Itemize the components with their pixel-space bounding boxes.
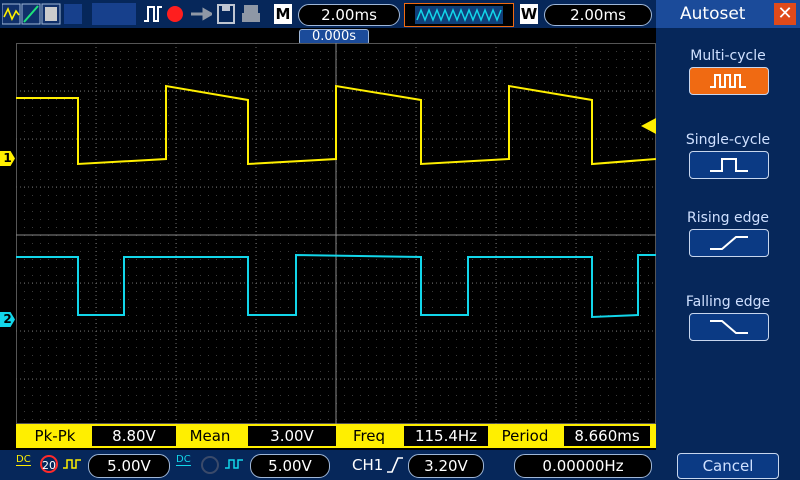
multi-cycle-icon	[710, 74, 746, 88]
cancel-button[interactable]: Cancel	[677, 453, 779, 479]
ch2-trace	[16, 253, 656, 319]
blank-slot	[92, 3, 136, 25]
ch1-trace	[16, 84, 656, 166]
falling-edge-button[interactable]	[689, 313, 769, 341]
save-icon[interactable]	[216, 3, 236, 25]
multi-cycle-label: Multi-cycle	[690, 48, 766, 64]
ch2-coupling: DC	[176, 454, 191, 466]
print-icon[interactable]	[240, 3, 262, 25]
memory-window-indicator[interactable]	[404, 3, 514, 27]
waveform-tools-icon[interactable]	[2, 3, 82, 25]
mean-value: 3.00V	[248, 426, 336, 446]
autoset-panel: Autoset ✕ Multi-cycle Single-cycle Risin…	[656, 0, 800, 480]
multi-cycle-button[interactable]	[689, 67, 769, 95]
freq-value: 115.4Hz	[404, 426, 488, 446]
trigger-frequency: 0.00000Hz	[514, 454, 652, 478]
close-button[interactable]: ✕	[774, 3, 796, 25]
waveform-display[interactable]	[16, 43, 656, 424]
falling-edge-label: Falling edge	[685, 294, 771, 310]
rising-edge-trigger-icon[interactable]	[386, 456, 404, 474]
ch2-channel-icon	[225, 459, 243, 469]
channel-traces	[16, 84, 656, 319]
top-toolbar: M 2.00ms W 2.00ms	[0, 0, 656, 28]
channel-status-bar: DC 20 5.00V DC 5.00V CH1 3.20V 0.00000Hz	[0, 450, 656, 480]
rising-edge-label: Rising edge	[686, 210, 769, 226]
memory-waveform-icon	[415, 6, 503, 24]
trigger-level-arrow[interactable]	[641, 118, 656, 134]
ch1-ground-marker[interactable]: 1	[0, 151, 15, 166]
pulse-run-icon[interactable]	[142, 3, 164, 25]
timebase-tag: M	[274, 4, 292, 24]
pkpk-value: 8.80V	[92, 426, 176, 446]
rising-edge-icon	[710, 236, 748, 250]
ch1-coupling: DC	[16, 454, 31, 466]
single-cycle-button[interactable]	[689, 151, 769, 179]
ch1-volts-div[interactable]: 5.00V	[88, 454, 170, 478]
pkpk-label: Pk-Pk	[34, 427, 76, 445]
freq-label: Freq	[352, 427, 386, 445]
record-icon[interactable]	[165, 3, 185, 25]
single-cycle-label: Single-cycle	[685, 132, 771, 148]
period-value: 8.660ms	[564, 426, 650, 446]
trigger-level[interactable]: 3.20V	[408, 454, 484, 478]
falling-edge-icon	[710, 320, 748, 334]
measurement-bar: Pk-Pk 8.80V Mean 3.00V Freq 115.4Hz Peri…	[16, 424, 656, 448]
ch2-volts-div[interactable]: 5.00V	[250, 454, 330, 478]
ch2-bandwidth-icon[interactable]	[200, 455, 220, 475]
single-cycle-icon	[710, 158, 748, 172]
ch1-channel-icon	[63, 459, 81, 469]
rising-edge-button[interactable]	[689, 229, 769, 257]
trigger-source[interactable]: CH1	[352, 454, 383, 476]
probe-icon[interactable]	[190, 3, 212, 25]
mean-label: Mean	[189, 427, 231, 445]
timebase-display[interactable]: 2.00ms	[298, 4, 400, 26]
period-label: Period	[501, 427, 549, 445]
ch2-ground-marker[interactable]: 2	[0, 312, 15, 327]
ch1-bandwidth-limit[interactable]: 20	[40, 455, 58, 473]
window-display[interactable]: 2.00ms	[544, 4, 652, 26]
window-tag: W	[520, 4, 538, 24]
